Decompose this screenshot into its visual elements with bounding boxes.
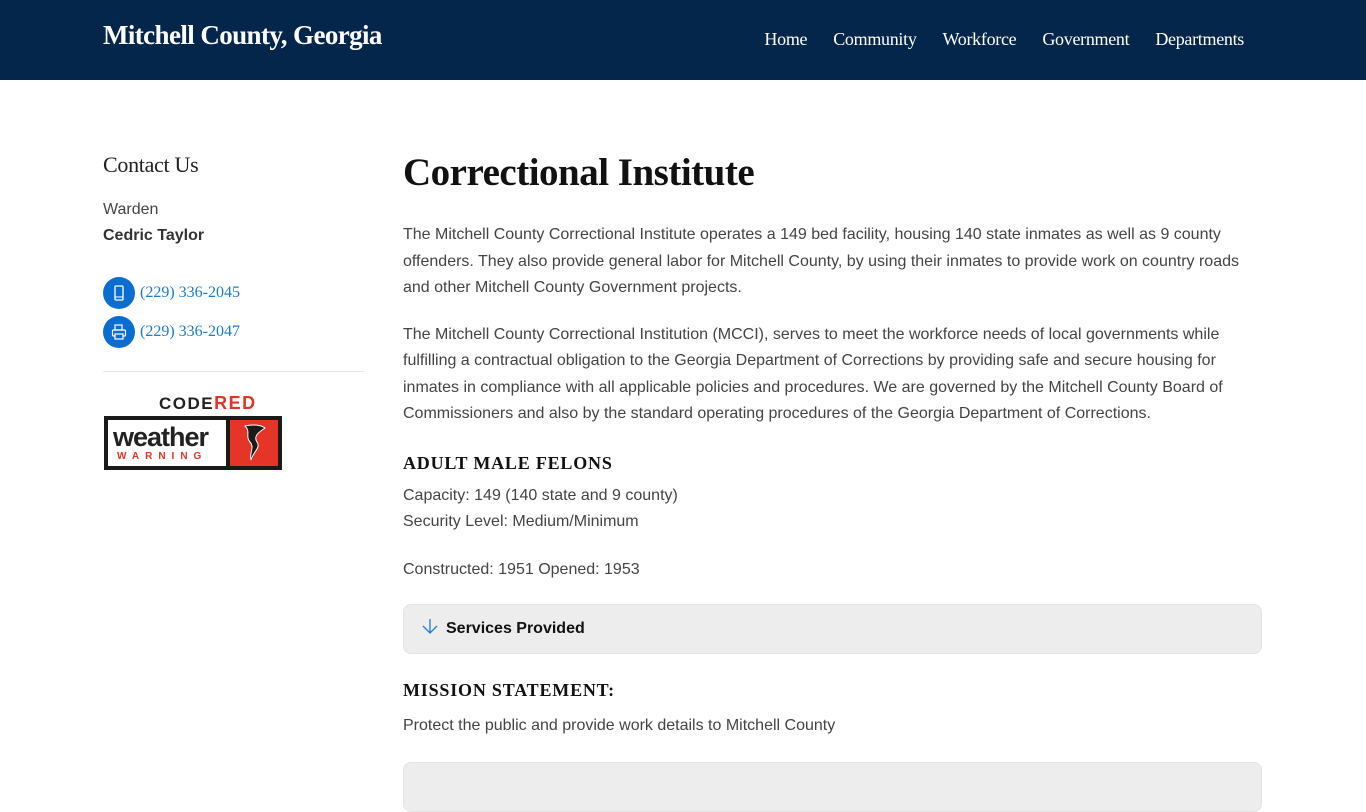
fax-printer-icon (103, 316, 135, 348)
mission-statement-text: Protect the public and provide work deta… (403, 716, 836, 734)
sidebar-divider (103, 371, 364, 372)
codered-code-text: CODE (159, 394, 215, 413)
weather-warning-box: weather WARNING (104, 416, 282, 470)
security-level-text: Security Level: Medium/Minimum (403, 512, 639, 530)
fax-item: (229) 336-2047 (103, 316, 364, 348)
mission-statement-heading: MISSION STATEMENT: (403, 679, 615, 700)
page-title: Correctional Institute (403, 151, 755, 194)
weather-warning-text-panel: weather WARNING (108, 420, 226, 466)
nav-home[interactable]: Home (764, 29, 807, 50)
phone-list: (229) 336-2045 (229) 336-2047 (103, 277, 364, 348)
services-provided-accordion[interactable]: Services Provided (403, 603, 1262, 654)
mcci-paragraph: The Mitchell County Correctional Institu… (403, 325, 1223, 423)
contact-role: Warden (103, 201, 159, 218)
phone-item: (229) 336-2045 (103, 277, 364, 309)
warning-text: WARNING (117, 451, 208, 462)
phone-link[interactable]: (229) 336-2045 (140, 284, 240, 302)
accordion-label: Services Provided (446, 619, 585, 637)
adult-male-felons-heading: ADULT MALE FELONS (403, 452, 613, 473)
facility-facts: Capacity: 149 (140 state and 9 county) S… (403, 483, 1262, 583)
nav-community[interactable]: Community (833, 29, 917, 50)
nav-workforce[interactable]: Workforce (943, 29, 1017, 50)
mobile-phone-icon (103, 277, 135, 309)
construction-dates-text: Constructed: 1951 Opened: 1953 (403, 560, 640, 578)
codered-red-text: RED (214, 393, 257, 413)
weather-text: weather (113, 422, 209, 452)
contact-name: Cedric Taylor (103, 227, 205, 244)
sidebar: Contact Us Warden Cedric Taylor (229) 33… (103, 152, 364, 474)
tornado-icon (230, 420, 278, 466)
site-title-link[interactable]: Mitchell County, Georgia (103, 20, 382, 51)
intro-paragraph: The Mitchell County Correctional Institu… (403, 226, 1239, 296)
fax-link[interactable]: (229) 336-2047 (140, 323, 240, 341)
nav-government[interactable]: Government (1042, 29, 1129, 50)
contact-us-heading: Contact Us (103, 152, 199, 177)
nav-departments[interactable]: Departments (1155, 29, 1244, 50)
capacity-text: Capacity: 149 (140 state and 9 county) (403, 486, 678, 504)
site-header: Mitchell County, Georgia Home Community … (0, 0, 1366, 80)
next-accordion[interactable] (403, 761, 1262, 812)
codered-logo: CODERED (159, 394, 257, 413)
codered-weather-warning-banner[interactable]: CODERED weather WARNING (103, 394, 283, 474)
main-content: Correctional Institute The Mitchell Coun… (403, 150, 1262, 812)
main-nav: Home Community Workforce Government Depa… (738, 29, 1244, 50)
arrow-down-icon (421, 617, 439, 640)
